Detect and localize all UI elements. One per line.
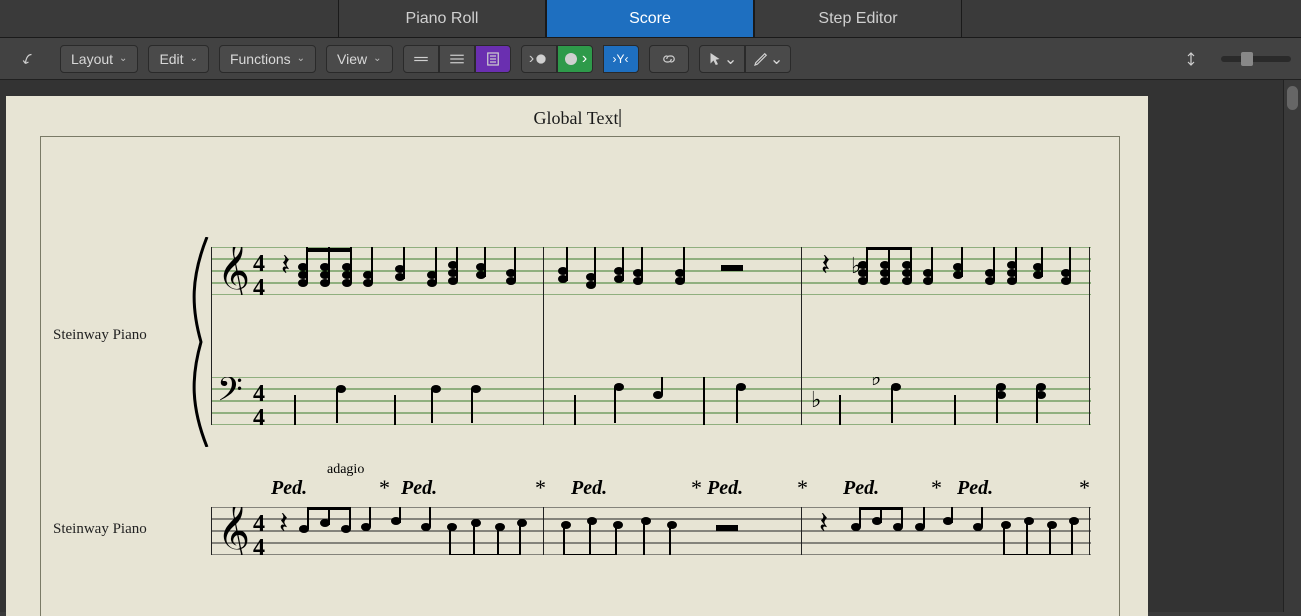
treble-staff[interactable]: 𝄞 4 4 𝄽 <box>211 247 1091 295</box>
chevron-down-icon: ⌄ <box>770 49 783 69</box>
functions-menu[interactable]: Functions ⌄ <box>219 45 316 73</box>
svg-text:♭: ♭ <box>871 377 881 390</box>
tempo-marking[interactable]: adagio <box>327 462 364 478</box>
color-active-button[interactable]: › <box>557 45 593 73</box>
view-mode-group <box>403 45 511 73</box>
midi-in-button[interactable]: ›Y‹ <box>603 45 639 73</box>
svg-text:4: 4 <box>253 405 265 425</box>
vertical-zoom-button[interactable] <box>1171 45 1211 73</box>
chevron-down-icon: ⌄ <box>190 53 198 64</box>
tool-select-group: ⌄ ⌄ <box>699 45 791 73</box>
text-cursor <box>619 109 620 127</box>
svg-text:𝄽: 𝄽 <box>281 249 290 282</box>
palette-icon <box>562 50 580 68</box>
chevron-right-icon: › <box>582 50 587 68</box>
view-menu[interactable]: View ⌄ <box>326 45 392 73</box>
svg-text:𝄞: 𝄞 <box>217 507 250 555</box>
barline <box>211 247 212 425</box>
svg-text:𝄢: 𝄢 <box>217 377 243 416</box>
linear-view-button[interactable] <box>403 45 439 73</box>
back-arrow-button[interactable] <box>10 45 50 73</box>
midi-in-icon: ›Y‹ <box>613 52 629 66</box>
chevron-down-icon: ⌄ <box>724 49 737 69</box>
instrument-label: Steinway Piano <box>53 327 147 344</box>
edit-label: Edit <box>159 51 183 67</box>
treble-staff-2[interactable]: 𝄞 4 4 𝄽 <box>211 507 1091 555</box>
svg-text:𝄽: 𝄽 <box>821 249 830 282</box>
view-label: View <box>337 51 367 67</box>
tabbar-spacer <box>962 0 1301 37</box>
barline <box>543 507 544 555</box>
chevron-down-icon: ⌄ <box>119 53 127 64</box>
vertical-arrows-icon <box>1182 50 1200 68</box>
brace-icon <box>187 237 211 447</box>
svg-text:4: 4 <box>253 511 265 537</box>
pointer-tool-button[interactable]: ⌄ <box>699 45 745 73</box>
instrument-label: Steinway Piano <box>53 521 147 538</box>
stack-lines-icon <box>448 50 466 68</box>
tab-score[interactable]: Score <box>546 0 754 38</box>
link-icon <box>660 50 678 68</box>
lines-icon <box>412 50 430 68</box>
editor-tabbar: Piano Roll Score Step Editor <box>0 0 1301 38</box>
pointer-icon <box>706 50 724 68</box>
barline <box>543 247 544 425</box>
page-margins: Steinway Piano 𝄞 4 4 𝄽 <box>40 136 1120 616</box>
workspace: Global Text 1 Steinway Piano 𝄞 4 <box>0 80 1301 612</box>
palette-icon <box>534 50 548 68</box>
page-icon <box>484 50 502 68</box>
svg-text:4: 4 <box>253 251 265 277</box>
barline <box>801 507 802 555</box>
svg-text:𝄽: 𝄽 <box>279 507 288 540</box>
color-mode-group: › › <box>521 45 593 73</box>
barline <box>1089 247 1090 425</box>
back-arrow-icon <box>21 50 39 68</box>
pencil-icon <box>752 50 770 68</box>
global-text-field[interactable]: Global Text <box>534 108 621 129</box>
barline <box>801 247 802 425</box>
barline <box>1089 507 1090 555</box>
tab-piano-roll[interactable]: Piano Roll <box>338 0 546 38</box>
edit-menu[interactable]: Edit ⌄ <box>148 45 209 73</box>
svg-text:4: 4 <box>253 381 265 407</box>
svg-text:4: 4 <box>253 535 265 555</box>
layout-label: Layout <box>71 51 113 67</box>
barline <box>211 507 212 555</box>
chevron-down-icon: ⌄ <box>297 53 305 64</box>
slider-knob[interactable] <box>1241 52 1253 66</box>
scrollbar-thumb[interactable] <box>1287 86 1298 110</box>
page-view-button[interactable] <box>475 45 511 73</box>
bass-staff[interactable]: 𝄢 4 4 <box>211 377 1091 425</box>
svg-text:𝄞: 𝄞 <box>217 247 250 295</box>
global-text-label: Global Text <box>534 108 619 128</box>
vertical-scrollbar[interactable] <box>1283 80 1301 612</box>
wrapped-view-button[interactable] <box>439 45 475 73</box>
chevron-down-icon: ⌄ <box>373 53 381 64</box>
page-scroll-area[interactable]: Global Text 1 Steinway Piano 𝄞 4 <box>0 80 1283 612</box>
system-1: Steinway Piano 𝄞 4 4 𝄽 <box>41 237 1119 467</box>
link-button[interactable] <box>649 45 689 73</box>
functions-label: Functions <box>230 51 291 67</box>
layout-menu[interactable]: Layout ⌄ <box>60 45 138 73</box>
svg-text:𝄽: 𝄽 <box>819 507 828 540</box>
svg-text:4: 4 <box>253 275 265 295</box>
tab-step-editor[interactable]: Step Editor <box>754 0 962 38</box>
pencil-tool-button[interactable]: ⌄ <box>745 45 791 73</box>
zoom-slider[interactable] <box>1221 56 1291 62</box>
midi-in-group: ›Y‹ <box>603 45 639 73</box>
color-prev-button[interactable]: › <box>521 45 557 73</box>
system-2: Steinway Piano 𝄞 4 4 𝄽 <box>41 497 1119 616</box>
svg-text:♭: ♭ <box>811 387 821 412</box>
score-toolbar: Layout ⌄ Edit ⌄ Functions ⌄ View ⌄ › › ›Y‹ ⌄… <box>0 38 1301 80</box>
score-page[interactable]: Global Text 1 Steinway Piano 𝄞 4 <box>6 96 1148 616</box>
tabbar-spacer <box>0 0 338 37</box>
